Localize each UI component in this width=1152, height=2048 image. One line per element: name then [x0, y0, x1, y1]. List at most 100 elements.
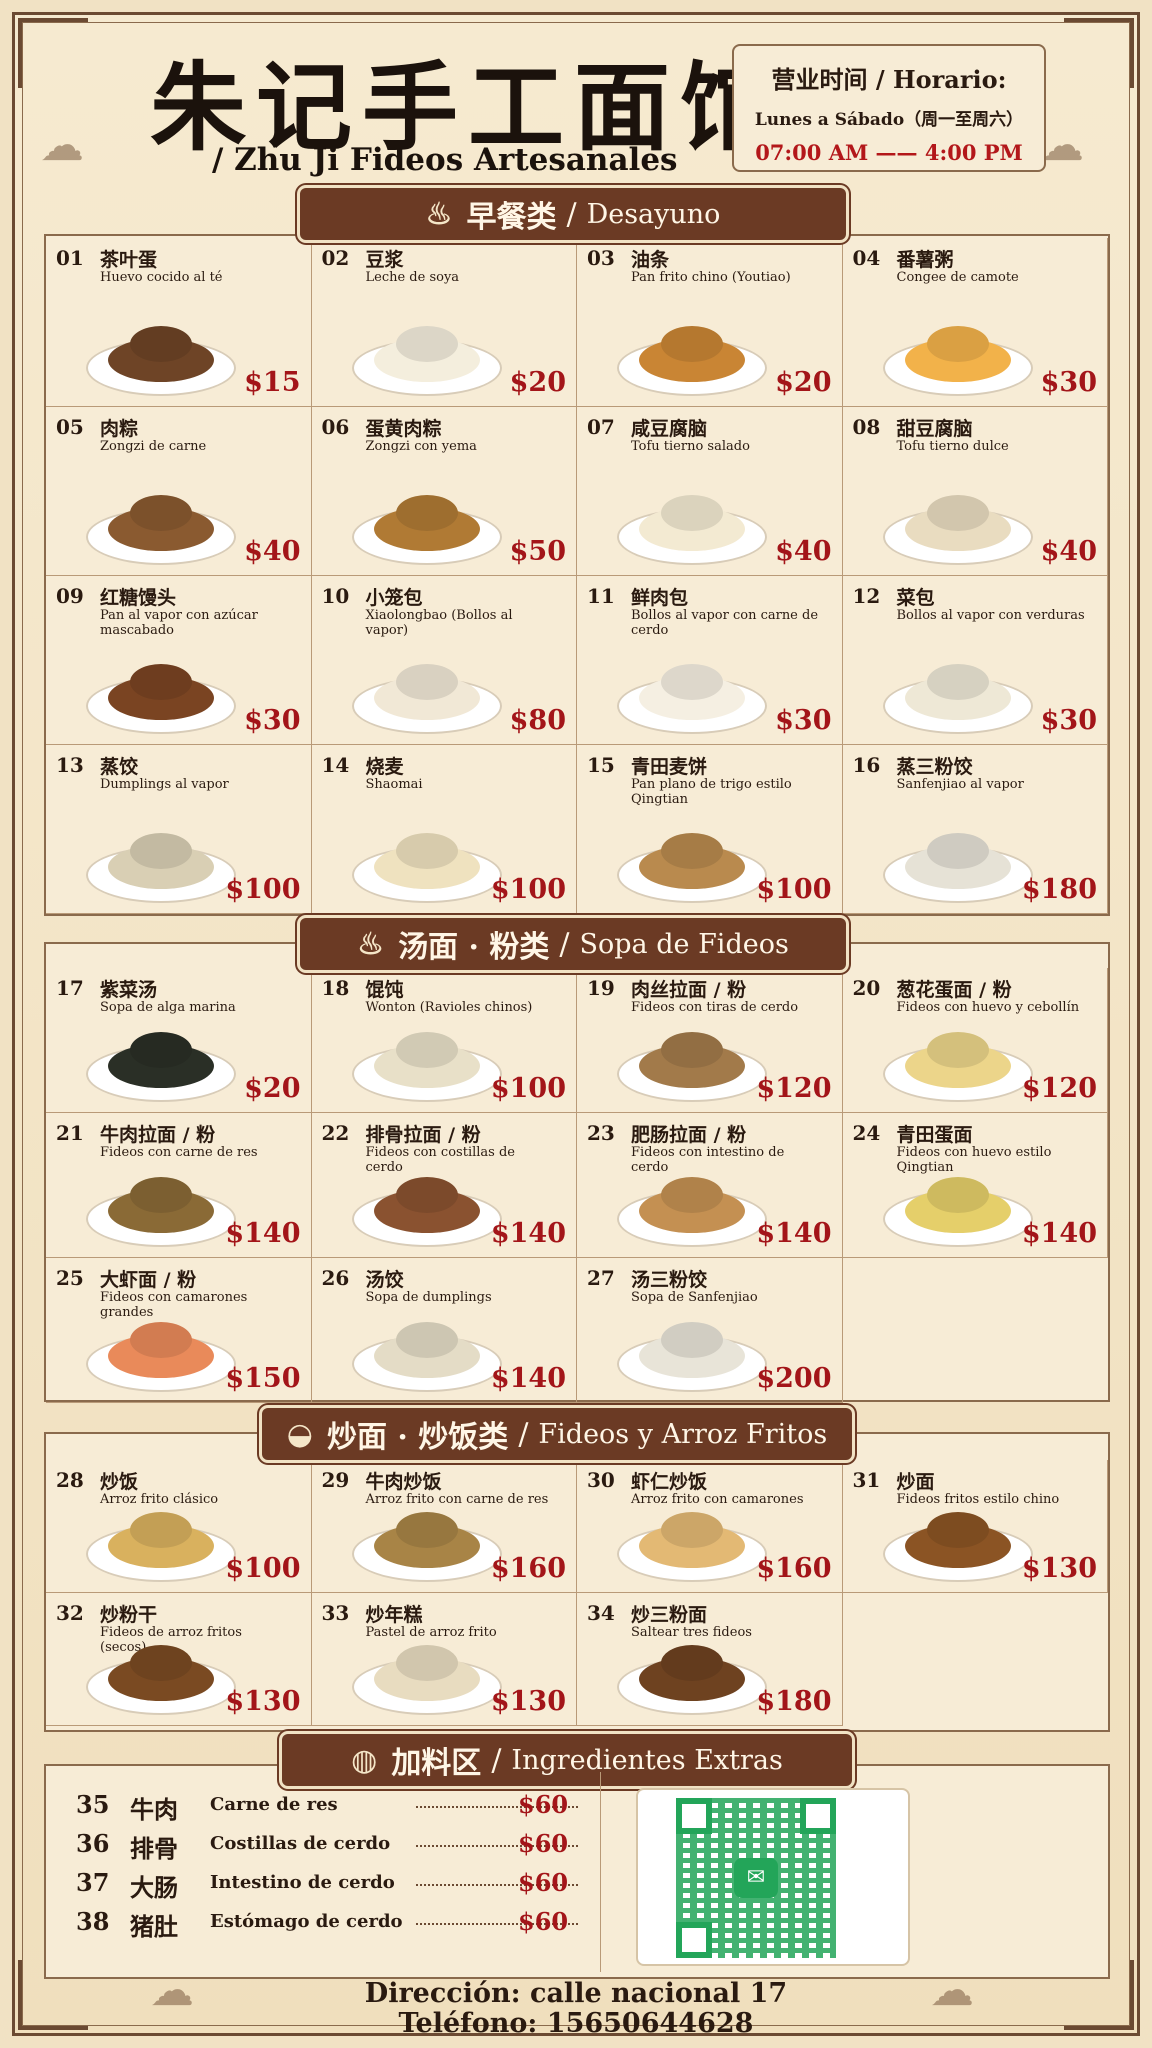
noodle-bowl-icon: ♨	[357, 926, 385, 962]
item-name-cn: 牛肉	[130, 1795, 178, 1824]
extra-item[interactable]: 35 牛肉 Carne de res $60	[76, 1790, 596, 1826]
dish-image	[882, 479, 1033, 565]
menu-item[interactable]: 06 蛋黄肉粽 Zongzi con yema $50	[311, 407, 577, 576]
item-name-es: Sopa de dumplings	[365, 1290, 492, 1305]
item-name-cn: 汤饺	[365, 1269, 404, 1291]
menu-item[interactable]: 09 红糖馒头 Pan al vapor con azúcar mascabado $…	[46, 576, 312, 745]
menu-item[interactable]: 25 大虾面 / 粉 Fideos con camarones grandes $15…	[46, 1258, 312, 1403]
menu-item[interactable]: 29 牛肉炒饭 Arroz frito con carne de res $160	[311, 1460, 577, 1593]
menu-item[interactable]: 03 油条 Pan frito chino (Youtiao) $20	[577, 238, 843, 407]
item-number: 32	[56, 1601, 84, 1625]
food-shape	[661, 1177, 723, 1213]
item-price: $30	[244, 705, 301, 736]
extra-item[interactable]: 38 猪肚 Estómago de cerdo $60	[76, 1907, 596, 1943]
menu-item[interactable]: 23 肥肠拉面 / 粉 Fideos con intestino de cerdo $…	[577, 1113, 843, 1258]
dish-image	[882, 1161, 1033, 1247]
food-shape	[395, 1512, 458, 1548]
menu-item[interactable]: 19 肉丝拉面 / 粉 Fideos con tiras de cerdo $120	[577, 968, 843, 1113]
dish-image	[351, 310, 502, 396]
item-price: $140	[1021, 1218, 1097, 1249]
dish-image	[617, 817, 767, 903]
menu-item[interactable]: 05 肉粽 Zongzi de carne $40	[46, 407, 312, 576]
item-number: 15	[587, 753, 615, 777]
menu-item[interactable]: 04 番薯粥 Congee de camote $30	[842, 238, 1108, 407]
hours-title: 营业时间 / Horario:	[771, 65, 1007, 94]
menu-item[interactable]: 20 葱花蛋面 / 粉 Fideos con huevo y cebollín $12…	[842, 968, 1108, 1113]
item-name-es: Costillas de cerdo	[210, 1833, 391, 1854]
item-number: 34	[587, 1601, 615, 1625]
section-title-cn: 早餐类	[466, 200, 557, 235]
dish-image	[351, 1161, 502, 1247]
menu-item[interactable]: 33 炒年糕 Pastel de arroz frito $130	[311, 1593, 577, 1726]
item-number: 01	[56, 246, 84, 270]
food-shape	[661, 1512, 723, 1548]
menu-item[interactable]: 02 豆浆 Leche de soya $20	[311, 238, 577, 407]
hours-days: Lunes a Sábado（周一至周六）	[754, 110, 1024, 130]
item-number: 28	[56, 1468, 84, 1492]
extra-item[interactable]: 36 排骨 Costillas de cerdo $60	[76, 1829, 596, 1865]
menu-item[interactable]: 27 汤三粉饺 Sopa de Sanfenjiao $200	[577, 1258, 843, 1403]
item-price: $40	[1040, 536, 1097, 567]
food-shape	[130, 833, 192, 869]
wechat-qr-code[interactable]: ✉	[636, 1788, 910, 1966]
menu-item[interactable]: 11 鲜肉包 Bollos al vapor con carne de cerdo $…	[577, 576, 843, 745]
menu-item[interactable]: 15 青田麦饼 Pan plano de trigo estilo Qingtian…	[577, 745, 843, 914]
menu-item[interactable]: 18 馄饨 Wonton (Ravioles chinos) $100	[311, 968, 577, 1113]
menu-item[interactable]: 24 青田蛋面 Fideos con huevo estilo Qingtian $1…	[842, 1113, 1108, 1258]
menu-item[interactable]: 26 汤饺 Sopa de dumplings $140	[311, 1258, 577, 1403]
menu-item[interactable]: 01 茶叶蛋 Huevo cocido al té $15	[46, 238, 312, 407]
item-name-cn: 大虾面 / 粉	[100, 1269, 197, 1291]
item-number: 02	[321, 246, 350, 270]
item-price: $40	[775, 536, 832, 567]
extra-item[interactable]: 37 大肠 Intestino de cerdo $60	[76, 1868, 596, 1904]
menu-item[interactable]: 32 炒粉干 Fideos de arroz fritos (secos) $130	[46, 1593, 312, 1726]
item-price: $40	[244, 536, 301, 567]
menu-item[interactable]: 30 虾仁炒饭 Arroz frito con camarones $160	[577, 1460, 843, 1593]
menu-item[interactable]: 31 炒面 Fideos fritos estilo chino $130	[842, 1460, 1108, 1593]
item-number: 05	[56, 415, 84, 439]
dish-image	[351, 817, 502, 903]
food-shape	[395, 833, 458, 869]
item-name-cn: 牛肉拉面 / 粉	[100, 1124, 216, 1146]
item-price: $140	[490, 1363, 566, 1394]
food-shape	[661, 664, 723, 700]
item-name-es: Sopa de alga marina	[100, 1000, 236, 1015]
item-price: $80	[509, 705, 566, 736]
item-name-cn: 排骨	[130, 1834, 178, 1863]
menu-item[interactable]: 28 炒饭 Arroz frito clásico $100	[46, 1460, 312, 1593]
hours-time: 07:00 AM —— 4:00 PM	[755, 140, 1023, 165]
item-name-es: Congee de camote	[896, 270, 1019, 285]
item-name-cn: 菜包	[896, 587, 935, 609]
dish-image	[617, 1016, 767, 1102]
menu-item[interactable]: 16 蒸三粉饺 Sanfenjiao al vapor $180	[842, 745, 1108, 914]
item-name-cn: 排骨拉面 / 粉	[365, 1124, 481, 1146]
menu-item[interactable]: 10 小笼包 Xiaolongbao (Bollos al vapor) $80	[311, 576, 577, 745]
menu-item[interactable]: 07 咸豆腐脑 Tofu tierno salado $40	[577, 407, 843, 576]
food-shape	[395, 1645, 458, 1681]
menu-item[interactable]: 34 炒三粉面 Saltear tres fideos $180	[577, 1593, 843, 1726]
menu-item[interactable]: 21 牛肉拉面 / 粉 Fideos con carne de res $140	[46, 1113, 312, 1258]
menu-item[interactable]: 22 排骨拉面 / 粉 Fideos con costillas de cerdo $…	[311, 1113, 577, 1258]
menu-item[interactable]: 13 蒸饺 Dumplings al vapor $100	[46, 745, 312, 914]
item-number: 18	[321, 976, 350, 1000]
qr-finder	[676, 1922, 712, 1958]
rice-bowl-icon: ◒	[286, 1416, 313, 1452]
food-shape	[661, 1322, 723, 1358]
item-price: $160	[756, 1553, 832, 1584]
item-price: $60	[518, 1790, 569, 1819]
menu-item[interactable]: 17 紫菜汤 Sopa de alga marina $20	[46, 968, 312, 1113]
menu-item[interactable]: 12 菜包 Bollos al vapor con verduras $30	[842, 576, 1108, 745]
item-name-es: Pan al vapor con azúcar mascabado	[100, 608, 258, 638]
item-name-cn: 馄饨	[365, 979, 404, 1001]
item-name-cn: 青田蛋面	[896, 1124, 973, 1146]
item-name-cn: 紫菜汤	[100, 979, 158, 1001]
menu-item[interactable]: 08 甜豆腐脑 Tofu tierno dulce $40	[842, 407, 1108, 576]
item-name-cn: 汤三粉饺	[631, 1269, 708, 1291]
item-name-cn: 炒年糕	[365, 1604, 423, 1626]
food-shape	[130, 326, 192, 362]
item-price: $30	[775, 705, 832, 736]
dish-image	[882, 817, 1033, 903]
item-price: $140	[225, 1218, 301, 1249]
menu-item[interactable]: 14 烧麦 Shaomai $100	[311, 745, 577, 914]
food-shape	[130, 495, 192, 531]
